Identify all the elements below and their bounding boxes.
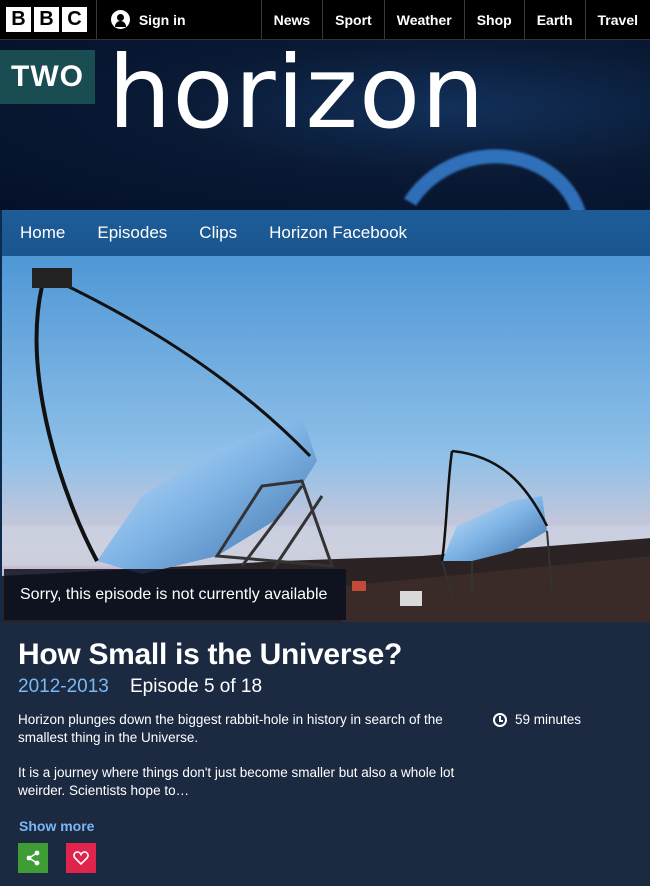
share-icon: [26, 850, 40, 866]
programme-nav: Home Episodes Clips Horizon Facebook: [0, 210, 650, 256]
bbc-logo-letter: C: [62, 7, 87, 32]
programme-title-logo[interactable]: horizon: [108, 40, 486, 151]
sign-in-link[interactable]: Sign in: [95, 0, 261, 39]
sign-in-label: Sign in: [138, 11, 186, 28]
bbc-logo-letter: B: [6, 7, 31, 32]
telescope-photo: [2, 256, 650, 622]
bbc-logo[interactable]: B B C: [0, 0, 96, 39]
prog-nav-episodes[interactable]: Episodes: [97, 223, 167, 243]
episode-description-extended: It is a journey where things don't just …: [18, 765, 455, 798]
user-icon: [110, 10, 130, 29]
prog-nav-clips[interactable]: Clips: [199, 223, 237, 243]
global-nav-links: News Sport Weather Shop Earth Travel: [260, 0, 650, 39]
bbc-global-nav: B B C Sign in News Sport Weather Shop Ea…: [0, 0, 650, 40]
programme-header: TWO horizon: [0, 40, 650, 210]
share-button[interactable]: [18, 843, 48, 873]
episode-info: How Small is the Universe? 2012-2013 Epi…: [0, 622, 650, 886]
bbc-two-logo[interactable]: TWO: [0, 50, 95, 104]
episode-number: Episode 5 of 18: [130, 676, 263, 697]
nav-link-earth[interactable]: Earth: [523, 0, 585, 39]
nav-link-news[interactable]: News: [260, 0, 323, 39]
prog-nav-facebook[interactable]: Horizon Facebook: [269, 223, 407, 243]
unavailable-notice: Sorry, this episode is not currently ava…: [4, 569, 346, 620]
heart-icon: [73, 851, 89, 865]
prog-nav-home[interactable]: Home: [20, 223, 65, 243]
favourite-button[interactable]: [66, 843, 96, 873]
duration-label: 59 minutes: [515, 712, 582, 727]
series-link[interactable]: 2012-2013: [18, 676, 109, 698]
episode-description: Horizon plunges down the biggest rabbit-…: [18, 712, 443, 745]
show-more-link[interactable]: Show more: [19, 818, 94, 834]
nav-link-shop[interactable]: Shop: [463, 0, 524, 39]
episode-duration: 59 minutes: [493, 712, 581, 727]
nav-link-weather[interactable]: Weather: [383, 0, 464, 39]
nav-link-travel[interactable]: Travel: [584, 0, 650, 39]
nav-link-sport[interactable]: Sport: [322, 0, 384, 39]
episode-hero-image: Sorry, this episode is not currently ava…: [0, 256, 650, 622]
episode-title: How Small is the Universe?: [18, 638, 402, 671]
bbc-logo-letter: B: [34, 7, 59, 32]
clock-icon: [493, 712, 507, 727]
